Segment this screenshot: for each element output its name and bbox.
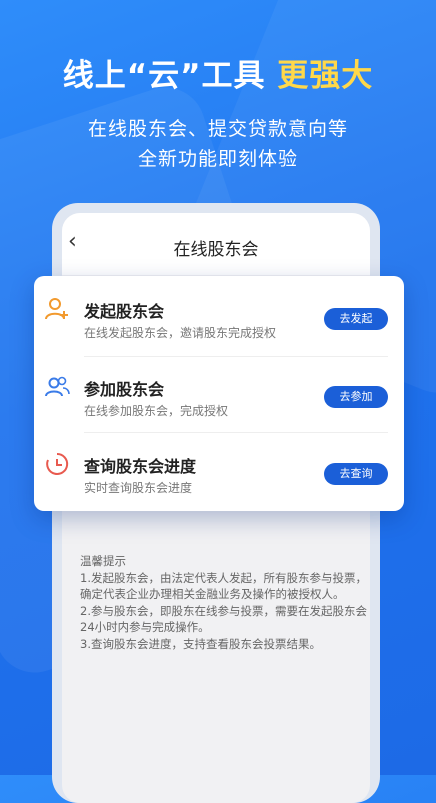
tips-line: 1.发起股东会，由法定代表人发起，所有股东参与投票，确定代表企业办理相关金融业务… bbox=[80, 570, 367, 602]
query-button[interactable]: 去查询 bbox=[324, 463, 388, 485]
tips-title: 温馨提示 bbox=[80, 554, 126, 568]
list-item-query[interactable]: 查询股东会进度 实时查询股东会进度 去查询 bbox=[34, 431, 404, 507]
item-desc: 在线发起股东会，邀请股东完成授权 bbox=[84, 326, 277, 340]
item-desc: 在线参加股东会，完成授权 bbox=[84, 404, 229, 418]
actions-card: 发起股东会 在线发起股东会，邀请股东完成授权 去发起 参加股东会 在线参加股东会… bbox=[34, 276, 404, 511]
tips-section: 温馨提示 1.发起股东会，由法定代表人发起，所有股东参与投票，确定代表企业办理相… bbox=[80, 553, 370, 652]
item-title: 发起股东会 bbox=[84, 302, 165, 321]
user-add-icon bbox=[45, 298, 68, 320]
item-desc: 实时查询股东会进度 bbox=[84, 481, 193, 495]
clock-icon bbox=[46, 452, 69, 475]
headline: 线上“云”工具 更强大 bbox=[0, 50, 436, 95]
headline-accent: 更强大 bbox=[277, 58, 374, 94]
page-title: 在线股东会 bbox=[173, 240, 259, 260]
subtitle-line1: 在线股东会、提交贷款意向等 bbox=[87, 118, 348, 140]
list-item-join[interactable]: 参加股东会 在线参加股东会，完成授权 去参加 bbox=[34, 354, 404, 430]
item-title: 参加股东会 bbox=[84, 380, 165, 399]
users-icon bbox=[45, 376, 70, 397]
initiate-button[interactable]: 去发起 bbox=[324, 308, 388, 330]
tips-line: 3.查询股东会进度，支持查看股东会投票结果。 bbox=[80, 636, 321, 651]
join-button[interactable]: 去参加 bbox=[324, 386, 388, 408]
subtitle-line2: 全新功能即刻体验 bbox=[137, 148, 298, 170]
item-title: 查询股东会进度 bbox=[84, 457, 197, 476]
list-item-initiate[interactable]: 发起股东会 在线发起股东会，邀请股东完成授权 去发起 bbox=[34, 276, 404, 352]
tips-line: 2.参与股东会，即股东在线参与投票，需要在发起股东会24小时内参与完成操作。 bbox=[80, 603, 367, 635]
headline-text: 线上“云”工具 bbox=[62, 58, 266, 94]
nav-bar: ‹ 在线股东会 bbox=[62, 213, 370, 275]
